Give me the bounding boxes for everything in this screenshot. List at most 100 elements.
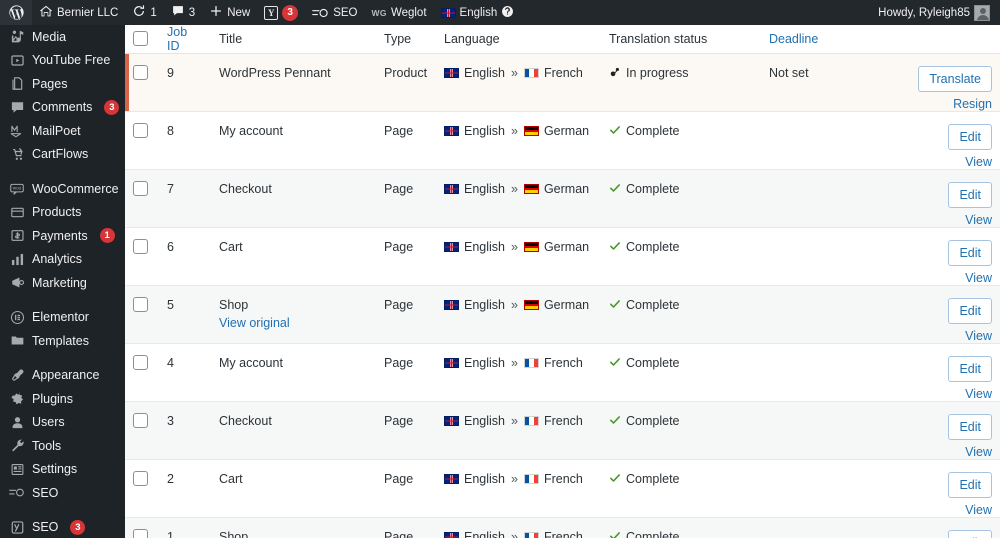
marketing-icon xyxy=(9,275,25,291)
row-action-button[interactable]: Edit xyxy=(948,182,992,208)
row-action-button[interactable]: Edit xyxy=(948,240,992,266)
translation-status-cell: Complete xyxy=(601,343,761,402)
sidebar-item-tools[interactable]: Tools xyxy=(0,434,125,458)
row-checkbox[interactable] xyxy=(133,123,148,138)
row-secondary-action-link[interactable]: View xyxy=(874,271,992,285)
title-cell: Checkout xyxy=(211,401,376,460)
sidebar-item-mailpoet[interactable]: MailPoet xyxy=(0,119,125,143)
row-checkbox[interactable] xyxy=(133,471,148,486)
row-select-cell xyxy=(125,401,159,460)
row-action-button[interactable]: Edit xyxy=(948,356,992,382)
sidebar-item-comments[interactable]: Comments 3 xyxy=(0,96,125,120)
sidebar-item-label: Marketing xyxy=(32,275,87,290)
updates-icon xyxy=(132,4,146,21)
row-action-button[interactable]: Edit xyxy=(948,124,992,150)
row-secondary-action-link[interactable]: View xyxy=(874,387,992,401)
sidebar-item-templates[interactable]: Templates xyxy=(0,329,125,353)
sidebar-item-seo[interactable]: SEO xyxy=(0,481,125,505)
my-account-menu[interactable]: Howdy, Ryleigh85 xyxy=(871,0,1000,25)
row-checkbox[interactable] xyxy=(133,65,148,80)
row-checkbox[interactable] xyxy=(133,413,148,428)
sidebar-item-appearance[interactable]: Appearance xyxy=(0,364,125,388)
sidebar-item-products[interactable]: Products xyxy=(0,201,125,225)
row-action-button[interactable]: Edit xyxy=(948,472,992,498)
job-title: Shop xyxy=(219,530,249,538)
translation-status-cell: Complete xyxy=(601,169,761,228)
language-cell: English » German xyxy=(436,285,601,344)
flag-fr-icon xyxy=(523,68,539,78)
sidebar-item-count: 3 xyxy=(104,99,120,115)
settings-icon xyxy=(9,461,25,477)
column-header-job-id[interactable]: Job ID xyxy=(159,25,211,54)
deadline-cell xyxy=(761,285,866,344)
check-icon xyxy=(609,124,621,139)
row-checkbox[interactable] xyxy=(133,297,148,312)
flag-gb-icon xyxy=(444,184,459,194)
sidebar-item-pages[interactable]: Pages xyxy=(0,72,125,96)
wordpress-logo-button[interactable] xyxy=(0,0,32,25)
source-language: English xyxy=(464,414,505,428)
sidebar-item-users[interactable]: Users xyxy=(0,411,125,435)
language-switcher-menu[interactable]: English xyxy=(434,0,522,25)
new-content-menu[interactable]: New xyxy=(202,0,257,25)
row-checkbox[interactable] xyxy=(133,529,148,538)
row-action-button[interactable]: Edit xyxy=(948,298,992,324)
row-action-button[interactable]: Edit xyxy=(948,414,992,440)
sidebar-item-analytics[interactable]: Analytics xyxy=(0,248,125,272)
sidebar-item-cartflows[interactable]: CartFlows xyxy=(0,143,125,167)
table-row: 4 My account Page English » French Complete Edi… xyxy=(125,343,1000,402)
sidebar-item-label: Templates xyxy=(32,333,89,348)
updates-menu[interactable]: 1 xyxy=(125,0,163,25)
column-header-deadline-label[interactable]: Deadline xyxy=(769,32,818,46)
sidebar-separator xyxy=(0,295,125,306)
translation-status-cell: Complete xyxy=(601,285,761,344)
job-id-cell: 1 xyxy=(159,517,211,538)
row-checkbox[interactable] xyxy=(133,181,148,196)
yoast-notification-count: 3 xyxy=(282,4,299,21)
row-secondary-action-link[interactable]: View xyxy=(874,329,992,343)
sidebar-item-label: SEO xyxy=(32,520,59,535)
weglot-icon: WG xyxy=(371,7,387,18)
target-language: German xyxy=(543,298,590,312)
view-original-link[interactable]: View original xyxy=(219,316,368,330)
sidebar-item-youtube-free[interactable]: YouTube Free xyxy=(0,49,125,73)
pages-icon xyxy=(9,76,25,92)
sidebar-item-media[interactable]: Media xyxy=(0,25,125,49)
row-secondary-action-link[interactable]: View xyxy=(874,445,992,459)
yoast-menu[interactable]: Y 3 xyxy=(257,0,305,25)
column-header-job-id-label[interactable]: Job ID xyxy=(167,25,187,53)
title-cell: Checkout xyxy=(211,169,376,228)
comments-menu[interactable]: 3 xyxy=(164,0,202,25)
row-checkbox[interactable] xyxy=(133,355,148,370)
row-secondary-action-link[interactable]: View xyxy=(874,155,992,169)
column-header-deadline[interactable]: Deadline xyxy=(761,25,866,54)
sidebar-item-seo[interactable]: SEO 3 xyxy=(0,516,125,538)
sidebar-item-marketing[interactable]: Marketing xyxy=(0,271,125,295)
row-secondary-action-link[interactable]: Resign xyxy=(874,97,992,111)
flag-de-icon xyxy=(523,242,539,252)
home-icon xyxy=(39,4,53,21)
row-action-button[interactable]: Edit xyxy=(948,530,992,538)
job-title: Checkout xyxy=(219,414,272,428)
row-secondary-action-link[interactable]: View xyxy=(874,503,992,517)
actions-cell: Edit View xyxy=(866,343,1000,402)
source-language: English xyxy=(464,472,505,486)
in-progress-icon xyxy=(609,66,621,81)
weglot-menu[interactable]: WG Weglot xyxy=(365,0,434,25)
row-secondary-action-link[interactable]: View xyxy=(874,213,992,227)
target-language: German xyxy=(543,182,590,196)
row-checkbox[interactable] xyxy=(133,239,148,254)
row-action-button[interactable]: Translate xyxy=(918,66,992,92)
select-all-checkbox[interactable] xyxy=(133,31,148,46)
sidebar-item-plugins[interactable]: Plugins xyxy=(0,387,125,411)
sidebar-item-elementor[interactable]: Elementor xyxy=(0,306,125,330)
flag-de-icon xyxy=(523,126,539,136)
sidebar-item-settings[interactable]: Settings xyxy=(0,458,125,482)
sidebar-item-payments[interactable]: Payments 1 xyxy=(0,224,125,248)
site-name-menu[interactable]: Bernier LLC xyxy=(32,0,125,25)
flag-fr-icon xyxy=(523,474,539,484)
sidebar-item-label: Plugins xyxy=(32,391,73,406)
sidebar-item-woocommerce[interactable]: woo WooCommerce xyxy=(0,177,125,201)
seo-menu[interactable]: SEO xyxy=(305,0,364,25)
sidebar-item-label: Products xyxy=(32,205,82,220)
